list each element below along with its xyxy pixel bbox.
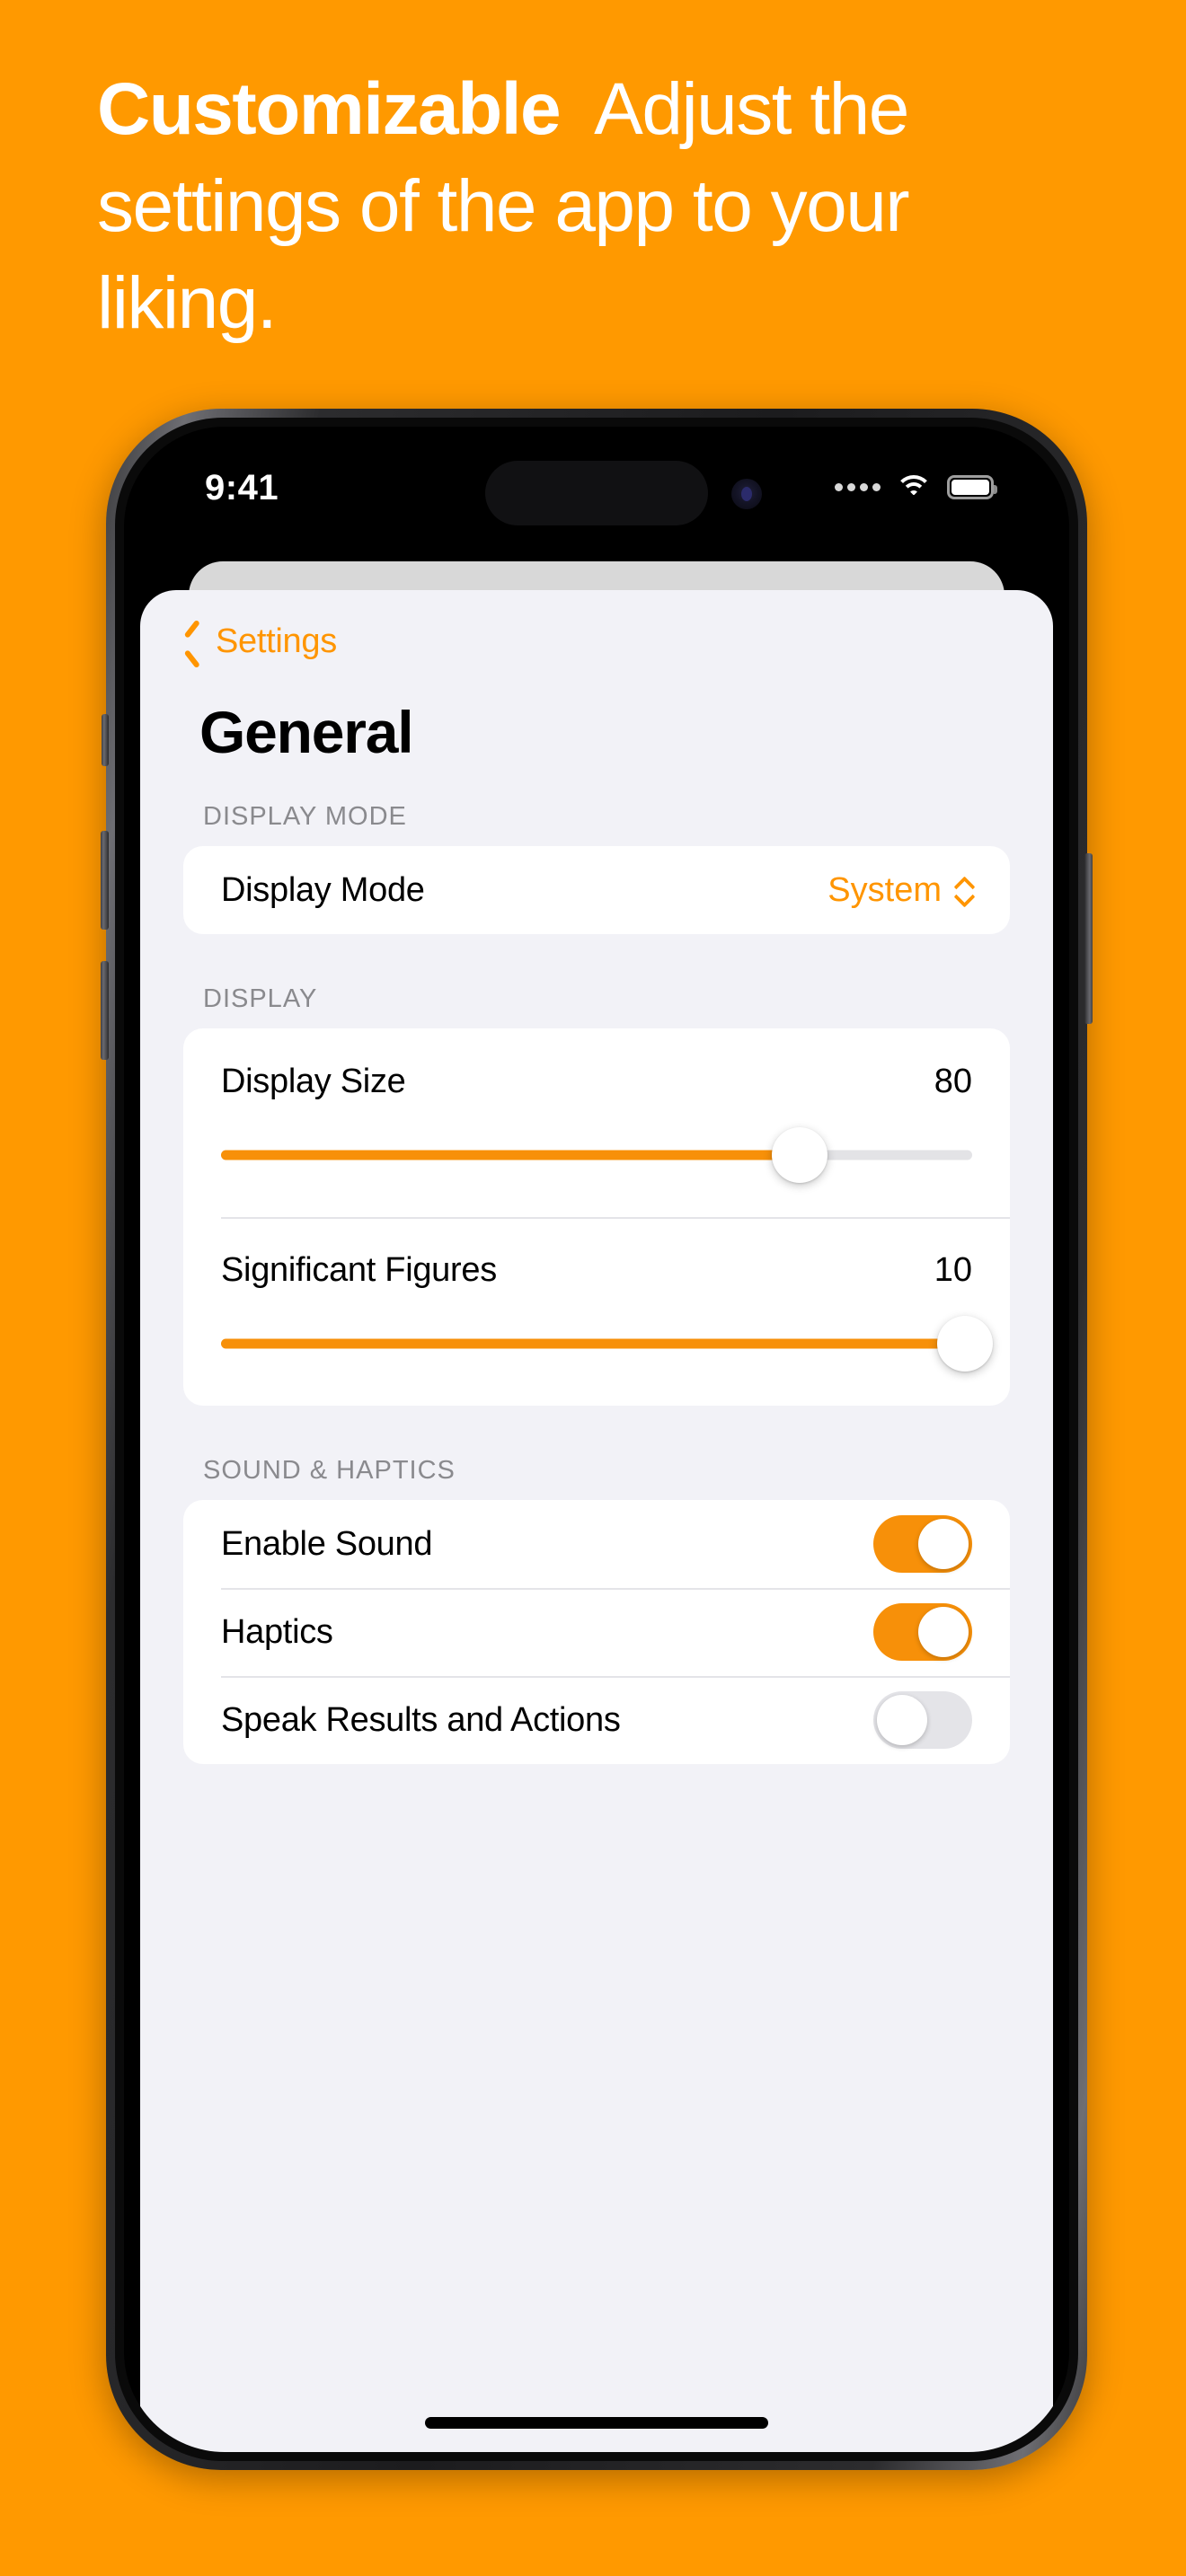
phone-screen: 9:41 Settings General DISPLAY MODE Displ…: [124, 427, 1069, 2452]
front-camera-icon: [731, 479, 762, 509]
row-enable-sound-label: Enable Sound: [221, 1524, 433, 1563]
navigation-bar: Settings: [140, 590, 1053, 698]
significant-figures-slider[interactable]: [221, 1312, 993, 1375]
row-significant-figures: Significant Figures 10: [183, 1217, 1010, 1406]
silent-switch-button[interactable]: [102, 714, 109, 766]
promo-headline-bold: Customizable: [97, 68, 562, 150]
row-speak-results-label: Speak Results and Actions: [221, 1700, 621, 1739]
enable-sound-toggle[interactable]: [873, 1515, 972, 1573]
section-header-display: DISPLAY: [203, 984, 318, 1013]
section-display: Display Size 80 Significant Figures 10: [183, 1028, 1010, 1406]
phone-mockup: 9:41 Settings General DISPLAY MODE Displ…: [101, 409, 1093, 2470]
back-button-label: Settings: [216, 622, 337, 660]
row-display-mode[interactable]: Display Mode System: [183, 846, 1010, 934]
row-haptics[interactable]: Haptics: [183, 1588, 1010, 1676]
settings-sheet: Settings General DISPLAY MODE Display Mo…: [140, 590, 1053, 2452]
row-enable-sound[interactable]: Enable Sound: [183, 1500, 1010, 1588]
display-size-slider-thumb[interactable]: [771, 1127, 828, 1183]
row-display-mode-label: Display Mode: [221, 870, 425, 909]
section-sound-haptics: Enable Sound Haptics Speak Results and A…: [183, 1500, 1010, 1764]
section-header-sound-haptics: SOUND & HAPTICS: [203, 1456, 456, 1485]
section-header-display-mode: DISPLAY MODE: [203, 802, 407, 831]
row-significant-figures-label: Significant Figures: [221, 1250, 497, 1289]
status-bar-indicators: [835, 473, 997, 500]
status-bar: 9:41: [124, 427, 1069, 561]
section-display-mode: Display Mode System: [183, 846, 1010, 934]
power-button[interactable]: [1084, 853, 1093, 1024]
row-display-size: Display Size 80: [183, 1028, 1010, 1217]
row-significant-figures-value: 10: [934, 1250, 972, 1289]
back-button[interactable]: Settings: [183, 622, 337, 661]
haptics-toggle[interactable]: [873, 1603, 972, 1661]
row-haptics-label: Haptics: [221, 1612, 333, 1651]
significant-figures-slider-fill: [221, 1338, 965, 1349]
display-size-slider-fill: [221, 1150, 800, 1160]
row-speak-results[interactable]: Speak Results and Actions: [183, 1676, 1010, 1764]
status-bar-time: 9:41: [205, 468, 279, 507]
home-indicator[interactable]: [425, 2417, 768, 2429]
chevron-up-down-icon: [954, 878, 972, 903]
chevron-left-icon: [183, 625, 203, 659]
cellular-dots-icon: [835, 482, 881, 491]
volume-up-button[interactable]: [101, 831, 109, 930]
battery-icon: [947, 474, 997, 499]
volume-down-button[interactable]: [101, 961, 109, 1060]
row-display-size-value: 80: [934, 1062, 972, 1100]
speak-results-toggle[interactable]: [873, 1691, 972, 1749]
row-display-mode-value-box[interactable]: System: [828, 871, 972, 910]
significant-figures-slider-thumb[interactable]: [936, 1316, 993, 1372]
row-display-size-label: Display Size: [221, 1062, 406, 1100]
promo-headline: Customizable Adjust the settings of the …: [97, 61, 1103, 352]
wifi-icon: [895, 473, 933, 500]
display-size-slider[interactable]: [221, 1124, 972, 1187]
dynamic-island: [485, 461, 708, 525]
page-title: General: [199, 699, 414, 765]
row-display-mode-value: System: [828, 870, 942, 909]
settings-list: DISPLAY MODE Display Mode System DISPLAY…: [140, 802, 1053, 2452]
